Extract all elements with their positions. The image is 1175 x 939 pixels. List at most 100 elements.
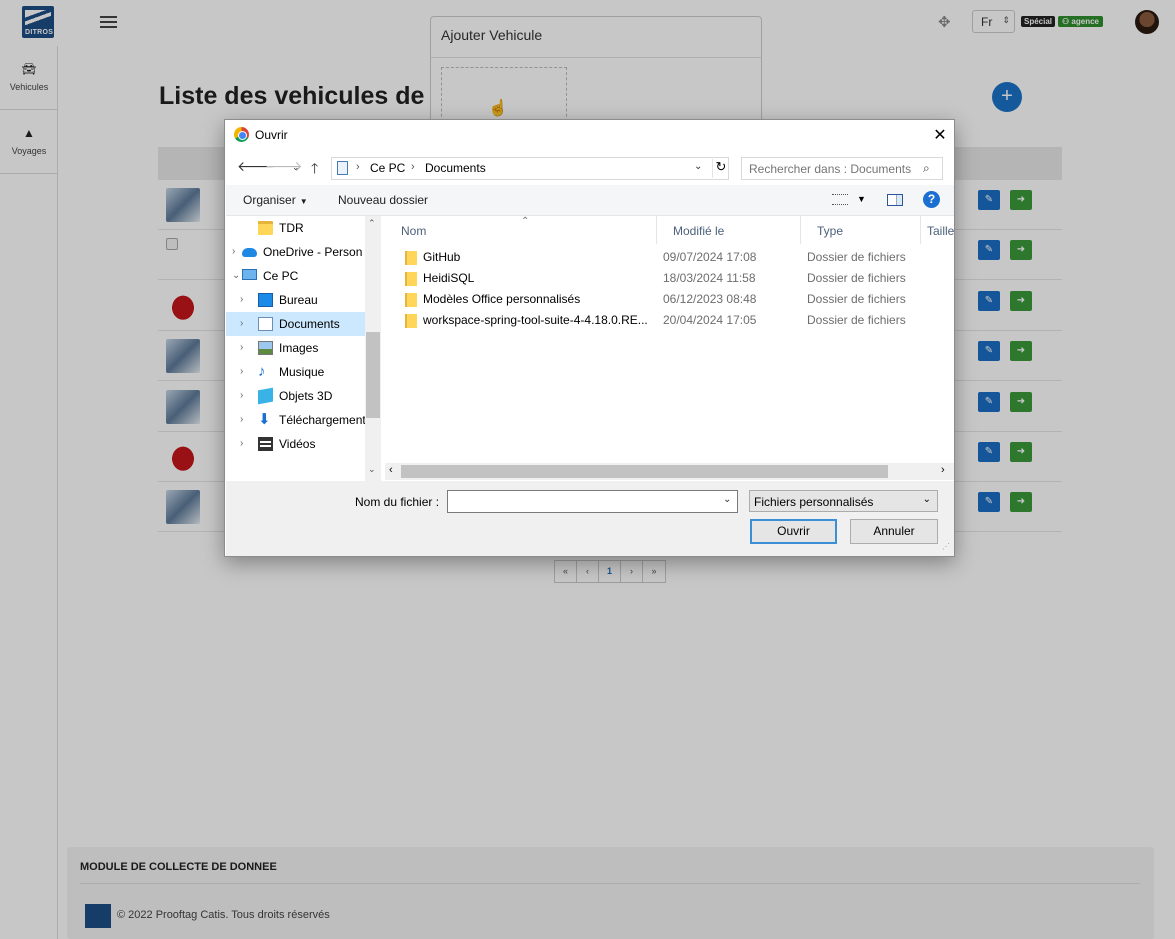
file-type: Dossier de fichiers — [807, 313, 906, 327]
chrome-icon — [234, 127, 249, 142]
breadcrumb-documents[interactable]: Documents — [425, 161, 486, 175]
tree-item-label: Documents — [279, 317, 340, 331]
documents-icon — [258, 317, 273, 331]
tree-item-label: OneDrive - Person — [263, 245, 363, 259]
tree-item[interactable]: › ♪ Musique — [226, 360, 366, 384]
chevron-right-icon[interactable]: › — [240, 408, 243, 432]
images-icon — [258, 341, 273, 355]
refresh-icon[interactable]: ↻ — [712, 159, 729, 178]
recent-locations-chevron-icon[interactable]: ⌄ — [292, 162, 300, 173]
cancel-button[interactable]: Annuler — [850, 519, 938, 544]
chevron-right-icon[interactable]: › — [240, 384, 243, 408]
open-file-dialog: Ouvrir ✕ 🡐 🡒 ⌄ 🡑 › Ce PC › Documents ⌄ ↻… — [224, 119, 955, 557]
column-size[interactable]: Taille — [921, 216, 954, 244]
dialog-titlebar: Ouvrir ✕ — [225, 120, 954, 150]
tree-item-label: Objets 3D — [279, 389, 333, 403]
caret-down-icon: ▼ — [299, 197, 308, 206]
tree-item[interactable]: › ⬇ Téléchargements — [226, 408, 366, 432]
tree-item-label: Images — [279, 341, 319, 355]
folder-icon — [405, 314, 417, 328]
caret-down-icon[interactable]: ▼ — [857, 194, 866, 204]
column-label: Nom — [401, 224, 427, 238]
list-item[interactable]: HeidiSQL 18/03/2024 11:58 Dossier de fichi… — [385, 268, 954, 289]
chevron-down-icon[interactable]: ⌄ — [694, 161, 702, 172]
tree-item[interactable]: › Images — [226, 336, 366, 360]
tree-item-label: Téléchargements — [279, 413, 366, 427]
folder-icon — [405, 293, 417, 307]
chevron-right-icon[interactable]: › — [232, 240, 235, 264]
close-icon[interactable]: ✕ — [931, 125, 949, 145]
sort-ascending-icon: ⌃ — [521, 216, 530, 227]
scroll-left-icon[interactable]: ‹ — [389, 464, 393, 476]
chevron-right-icon[interactable]: › — [240, 288, 243, 312]
open-button[interactable]: Ouvrir — [750, 519, 837, 544]
tree-item[interactable]: › Vidéos — [226, 432, 366, 456]
file-list: Nom ⌃ Modifié le Type Taille GitHub 09/07/… — [385, 216, 954, 481]
chevron-right-icon[interactable]: › — [240, 312, 243, 336]
videos-icon — [258, 437, 273, 451]
organize-button[interactable]: Organiser ▼ — [243, 193, 308, 207]
column-type[interactable]: Type — [801, 216, 921, 244]
tree-item[interactable]: TDR — [226, 216, 366, 240]
column-name[interactable]: Nom ⌃ — [385, 216, 657, 244]
chevron-right-icon[interactable]: › — [240, 336, 243, 360]
address-bar[interactable]: › Ce PC › Documents ⌄ ↻ — [331, 157, 729, 180]
tree-item-label: Bureau — [279, 293, 318, 307]
breadcrumb-separator-icon[interactable]: › — [411, 161, 415, 173]
scroll-up-icon[interactable]: ⌃ — [368, 218, 376, 229]
tree-item-label: Vidéos — [279, 437, 316, 451]
tree-scrollbar[interactable]: ⌃ ⌄ — [365, 216, 381, 481]
search-input[interactable] — [743, 159, 919, 178]
chevron-right-icon[interactable]: › — [240, 360, 243, 384]
up-arrow-icon[interactable]: 🡑 — [311, 158, 318, 182]
tree-item-label: Ce PC — [263, 269, 299, 283]
desktop-icon — [258, 293, 273, 307]
folder-icon — [405, 272, 417, 286]
preview-pane-icon[interactable] — [887, 194, 903, 206]
filename-input[interactable] — [447, 490, 738, 513]
scroll-down-icon[interactable]: ⌄ — [368, 464, 376, 475]
list-item[interactable]: GitHub 09/07/2024 17:08 Dossier de fichier… — [385, 247, 954, 268]
file-modified: 18/03/2024 11:58 — [663, 271, 756, 285]
tree-item-label: Musique — [279, 365, 325, 379]
file-list-hscrollbar[interactable]: ‹ › — [385, 463, 954, 480]
chevron-down-icon: ⌄ — [922, 494, 931, 505]
view-options-icon[interactable] — [832, 194, 848, 205]
file-modified: 09/07/2024 17:08 — [663, 250, 757, 264]
search-icon[interactable]: ⌕ — [923, 161, 930, 176]
scrollbar-thumb[interactable] — [366, 332, 380, 418]
search-box: ⌕ — [741, 157, 943, 180]
tree-item[interactable]: › Bureau — [226, 288, 366, 312]
scroll-right-icon[interactable]: › — [941, 464, 945, 476]
navigation-tree: TDR › OneDrive - Person ⌄ Ce PC › Bureau › Docum… — [226, 216, 380, 481]
resize-grip-icon[interactable]: ⋰ — [942, 542, 950, 551]
tree-item-label: TDR — [279, 221, 304, 235]
dialog-title: Ouvrir — [255, 128, 288, 142]
new-folder-button[interactable]: Nouveau dossier — [338, 193, 428, 207]
file-name: workspace-spring-tool-suite-4-4.18.0.RE.… — [423, 313, 648, 327]
organize-label: Organiser — [243, 193, 296, 207]
navigation-bar: 🡐 🡒 ⌄ 🡑 › Ce PC › Documents ⌄ ↻ ⌕ — [225, 150, 954, 184]
list-item[interactable]: Modèles Office personnalisés 06/12/2023 0… — [385, 289, 954, 310]
file-modified: 06/12/2023 08:48 — [663, 292, 757, 306]
filetype-select[interactable]: Fichiers personnalisés ⌄ — [749, 490, 938, 512]
chevron-down-icon[interactable]: ⌄ — [723, 494, 731, 505]
breadcrumb-separator-icon[interactable]: › — [356, 161, 360, 173]
folder-icon — [258, 221, 273, 235]
chevron-down-icon[interactable]: ⌄ — [232, 264, 240, 288]
music-icon: ♪ — [258, 363, 266, 380]
help-icon[interactable]: ? — [923, 191, 940, 208]
chevron-right-icon[interactable]: › — [240, 432, 243, 456]
tree-item[interactable]: › Documents — [226, 312, 366, 336]
pc-icon — [242, 269, 257, 280]
tree-item[interactable]: › Objets 3D — [226, 384, 366, 408]
column-label: Type — [817, 224, 844, 238]
dialog-footer: Nom du fichier : ⌄ Fichiers personnalisé… — [226, 481, 954, 556]
scrollbar-thumb[interactable] — [401, 465, 888, 478]
tree-item[interactable]: ⌄ Ce PC — [226, 264, 366, 288]
column-modified[interactable]: Modifié le — [657, 216, 801, 244]
file-type: Dossier de fichiers — [807, 292, 906, 306]
tree-item[interactable]: › OneDrive - Person — [226, 240, 366, 264]
breadcrumb-ce-pc[interactable]: Ce PC — [370, 161, 405, 175]
list-item[interactable]: workspace-spring-tool-suite-4-4.18.0.RE.… — [385, 310, 954, 331]
